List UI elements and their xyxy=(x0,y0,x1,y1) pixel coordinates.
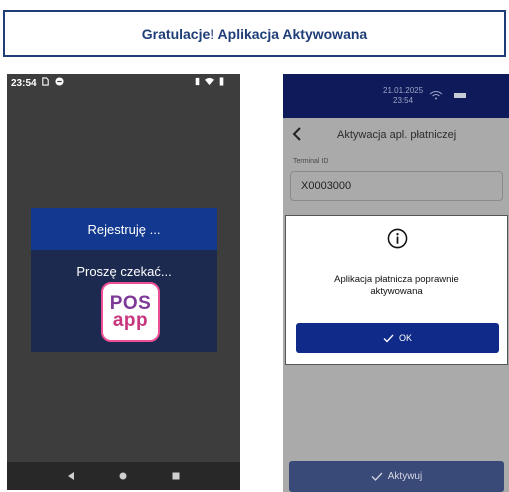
activate-button-label: Aktywuj xyxy=(387,471,423,482)
status-time: 23:54 xyxy=(393,96,414,105)
terminal-id-field[interactable]: X0003000 xyxy=(290,171,503,201)
registration-dialog: Rejestruję ... Proszę czekać... POS app xyxy=(31,208,217,352)
dialog-title: Rejestruję ... xyxy=(31,208,217,250)
sim-icon xyxy=(42,77,49,86)
dialog-message: Aplikacja płatnicza poprawnie aktywowana xyxy=(286,274,507,298)
status-bar: 21.01.2025 23:54 xyxy=(283,74,509,118)
status-bar: 23:54 xyxy=(7,74,240,92)
dialog-message-text: Aplikacja płatnicza poprawnie aktywowana xyxy=(334,274,459,297)
blocked-icon xyxy=(55,77,64,86)
status-date: 21.01.2025 xyxy=(383,86,424,95)
battery-icon xyxy=(219,77,224,86)
recents-icon[interactable] xyxy=(171,471,181,481)
header-title-part1: Gratulacje xyxy=(141,25,211,42)
activate-button[interactable]: Aktywuj xyxy=(289,461,504,492)
page-header: Gratulacje! Aplikacja Aktywowana xyxy=(3,10,506,57)
home-icon[interactable] xyxy=(118,471,128,481)
navigation-bar xyxy=(7,462,240,490)
right-phone-screen: 21.01.2025 23:54 Aktywacja apl. płatnicz… xyxy=(283,74,509,492)
status-time: 23:54 xyxy=(11,78,37,89)
vibrate-icon xyxy=(195,77,200,86)
dialog-message: Proszę czekać... xyxy=(76,264,172,279)
status-datetime: 21.01.2025 23:54 xyxy=(383,86,423,106)
info-icon xyxy=(387,228,408,249)
wifi-icon xyxy=(429,91,443,100)
back-icon[interactable] xyxy=(66,471,76,481)
app-bar: Aktywacja apl. płatniczej xyxy=(283,118,509,152)
wifi-icon xyxy=(205,77,214,86)
ok-button[interactable]: OK xyxy=(296,323,499,353)
screen-title: Aktywacja apl. płatniczej xyxy=(337,129,457,141)
posapp-logo: POS app xyxy=(101,282,160,342)
header-title-part2: Aplikacja Aktywowana xyxy=(214,25,368,42)
logo-line2: app xyxy=(112,310,149,331)
ok-button-label: OK xyxy=(398,333,412,343)
check-icon xyxy=(371,472,383,481)
terminal-id-label: Terminal ID xyxy=(293,158,329,165)
activation-success-dialog: Aplikacja płatnicza poprawnie aktywowana… xyxy=(285,215,508,365)
left-phone-screen: 23:54 Rejestruję ... Proszę czekać... PO… xyxy=(7,74,240,490)
battery-icon xyxy=(454,93,466,98)
check-icon xyxy=(383,334,394,342)
back-arrow-icon[interactable] xyxy=(292,126,302,142)
